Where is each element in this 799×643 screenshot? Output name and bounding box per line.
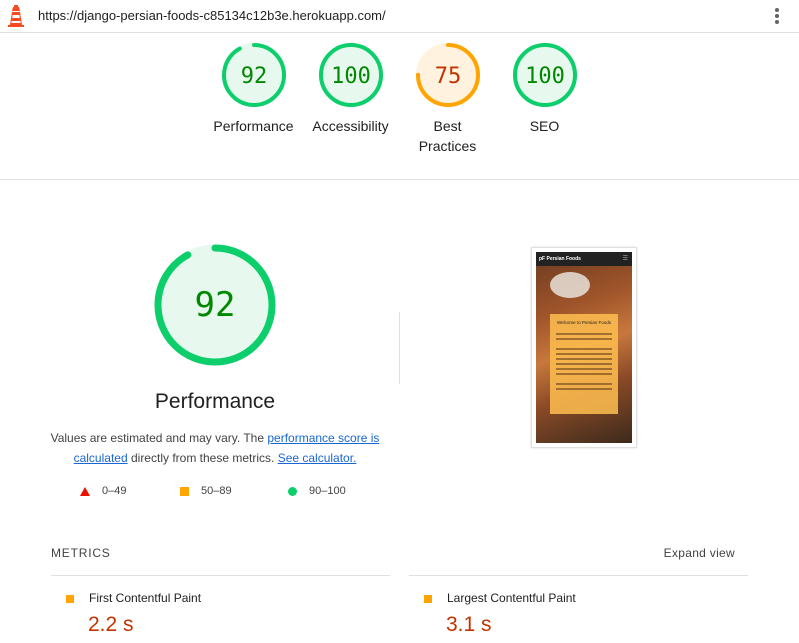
gauge-ring: 92 xyxy=(221,43,286,107)
gauge-seo[interactable]: 100 SEO xyxy=(496,42,593,156)
legend-average: 50–89 xyxy=(180,485,288,497)
performance-gauge: 92 xyxy=(154,244,276,366)
desc-middle: directly from these metrics. xyxy=(127,451,278,465)
lighthouse-icon xyxy=(8,5,24,32)
gauge-score: 100 xyxy=(331,64,371,89)
gauge-best-practices[interactable]: 75 Best Practices xyxy=(399,42,496,156)
triangle-icon xyxy=(80,486,90,496)
screenshot-image: pF Persian Foods ☰ Welcome to Persian Fo… xyxy=(536,252,632,443)
desc-prefix: Values are estimated and may vary. The xyxy=(50,431,268,445)
performance-title: Performance xyxy=(154,390,276,413)
page-screenshot-thumbnail[interactable]: pF Persian Foods ☰ Welcome to Persian Fo… xyxy=(531,247,637,448)
gauge-ring: 100 xyxy=(318,43,383,107)
gauge-performance[interactable]: 92 Performance xyxy=(205,42,302,156)
section-divider xyxy=(0,179,799,180)
gauge-score: 100 xyxy=(525,64,565,89)
metric-value: 3.1 s xyxy=(446,613,492,636)
metric-value: 2.2 s xyxy=(88,613,134,636)
screenshot-brand: pF Persian Foods xyxy=(539,256,581,262)
gauge-label: Best Practices xyxy=(418,118,477,154)
gauge-label: SEO xyxy=(529,118,560,134)
square-icon xyxy=(180,486,189,496)
vertical-divider xyxy=(399,312,400,384)
circle-icon xyxy=(288,486,297,496)
metric-fcp: First Contentful Paint 2.2 s xyxy=(51,575,390,636)
see-calculator-link[interactable]: See calculator. xyxy=(278,451,357,465)
screenshot-card-title: Welcome to Persian Foods xyxy=(557,320,611,325)
gauge-label: Accessibility xyxy=(312,118,389,134)
gauge-ring: 100 xyxy=(512,43,577,107)
screenshot-card: Welcome to Persian Foods xyxy=(550,314,618,414)
metric-name: Largest Contentful Paint xyxy=(447,591,576,605)
square-icon xyxy=(66,595,74,603)
legend-label: 0–49 xyxy=(102,485,127,497)
legend-pass: 90–100 xyxy=(288,485,346,497)
hamburger-icon: ☰ xyxy=(622,256,628,262)
legend-label: 50–89 xyxy=(201,485,232,497)
metric-name: First Contentful Paint xyxy=(89,591,202,605)
gauge-ring: 75 xyxy=(415,43,480,107)
gauge-label: Performance xyxy=(213,118,294,134)
score-summary: 92 Performance 100 Accessibility 75 Best… xyxy=(205,42,593,156)
metric-lcp: Largest Contentful Paint 3.1 s xyxy=(409,575,748,636)
gauge-score: 75 xyxy=(434,64,461,89)
gauge-accessibility[interactable]: 100 Accessibility xyxy=(302,42,399,156)
gauge-score: 92 xyxy=(240,64,267,89)
url-text[interactable]: https://django-persian-foods-c85134c12b3… xyxy=(38,8,386,23)
expand-view-toggle[interactable]: Expand view xyxy=(664,546,735,560)
legend-label: 90–100 xyxy=(309,485,346,497)
score-legend: 0–49 50–89 90–100 xyxy=(80,485,346,497)
screenshot-navbar: pF Persian Foods ☰ xyxy=(536,252,632,266)
screenshot-hero-image xyxy=(550,272,590,298)
legend-fail: 0–49 xyxy=(80,485,180,497)
performance-description: Values are estimated and may vary. The p… xyxy=(50,428,380,468)
square-icon xyxy=(424,595,432,603)
metrics-heading: METRICS xyxy=(51,546,111,560)
kebab-menu-icon[interactable] xyxy=(769,6,785,26)
performance-score: 92 xyxy=(195,285,236,325)
browser-bar: https://django-persian-foods-c85134c12b3… xyxy=(0,0,799,33)
